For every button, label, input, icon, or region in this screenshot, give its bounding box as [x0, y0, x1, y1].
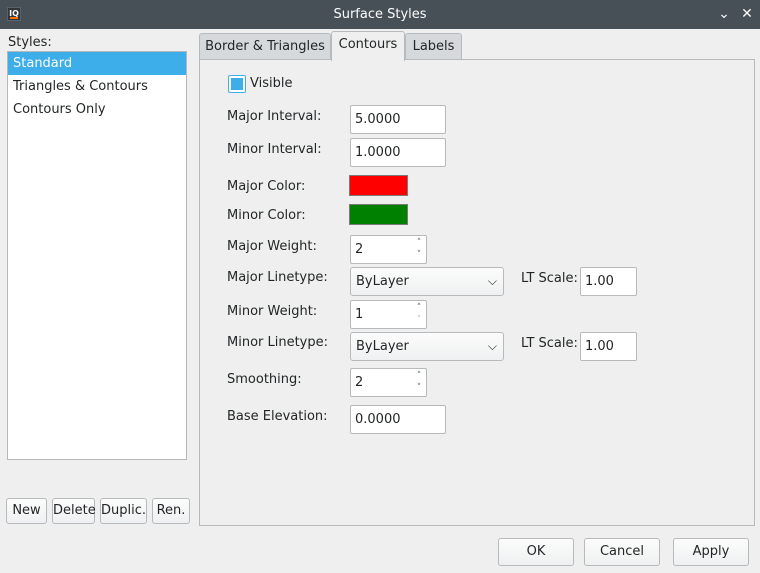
- major-interval-input[interactable]: 5.0000: [350, 105, 446, 134]
- major-lt-scale-input[interactable]: 1.00: [580, 267, 637, 296]
- smoothing-label: Smoothing:: [227, 372, 302, 387]
- major-linetype-value: ByLayer: [356, 274, 409, 289]
- duplicate-button[interactable]: Duplic.: [100, 498, 147, 524]
- minor-color-swatch[interactable]: [349, 204, 408, 225]
- major-weight-spinbox[interactable]: 2 ˄ ˅: [350, 235, 427, 264]
- minor-linetype-combo[interactable]: ByLayer ⌵: [350, 332, 504, 361]
- tab-labels[interactable]: Labels: [405, 33, 462, 60]
- minor-interval-label: Minor Interval:: [227, 142, 322, 157]
- major-lt-scale-label: LT Scale:: [521, 271, 578, 286]
- smoothing-value: 2: [355, 375, 364, 390]
- tab-border-triangles[interactable]: Border & Triangles: [199, 33, 331, 60]
- major-weight-label: Major Weight:: [227, 239, 317, 254]
- major-interval-label: Major Interval:: [227, 109, 322, 124]
- major-linetype-combo[interactable]: ByLayer ⌵: [350, 267, 504, 296]
- minor-weight-value: 1: [355, 307, 364, 322]
- list-item-triangles-contours[interactable]: Triangles & Contours: [8, 75, 186, 98]
- styles-list[interactable]: Standard Triangles & Contours Contours O…: [7, 51, 187, 460]
- list-item-standard[interactable]: Standard: [8, 52, 186, 75]
- major-color-label: Major Color:: [227, 179, 306, 194]
- major-linetype-label: Major Linetype:: [227, 270, 328, 285]
- styles-label: Styles:: [8, 35, 52, 50]
- minor-lt-scale-label: LT Scale:: [521, 336, 578, 351]
- rename-button[interactable]: Ren.: [152, 498, 190, 524]
- chevron-down-icon: ⌵: [487, 274, 497, 288]
- list-item-contours-only[interactable]: Contours Only: [8, 98, 186, 121]
- ok-button[interactable]: OK: [498, 538, 574, 566]
- minor-linetype-value: ByLayer: [356, 339, 409, 354]
- smoothing-spinbox[interactable]: 2 ˄ ˅: [350, 368, 427, 397]
- checkbox-check-mark: [231, 78, 243, 90]
- new-button[interactable]: New: [6, 498, 47, 524]
- apply-button[interactable]: Apply: [673, 538, 749, 566]
- visible-checkbox[interactable]: [228, 75, 246, 93]
- minor-linetype-label: Minor Linetype:: [227, 335, 329, 350]
- major-weight-value: 2: [355, 242, 364, 257]
- minimize-icon[interactable]: ⌄: [714, 0, 734, 29]
- delete-button[interactable]: Delete: [52, 498, 96, 524]
- spin-arrows-icon[interactable]: ˄ ˅: [414, 237, 424, 261]
- minor-color-label: Minor Color:: [227, 208, 306, 223]
- tab-contours[interactable]: Contours: [331, 31, 405, 61]
- minor-lt-scale-input[interactable]: 1.00: [580, 332, 637, 361]
- spin-arrows-icon[interactable]: ˄ ˅: [414, 302, 424, 326]
- minor-weight-label: Minor Weight:: [227, 304, 318, 319]
- cancel-button[interactable]: Cancel: [584, 538, 660, 566]
- base-elevation-input[interactable]: 0.0000: [350, 405, 446, 434]
- title-bar: IQ Surface Styles ⌄ ✕: [0, 0, 760, 29]
- visible-label: Visible: [250, 76, 293, 91]
- close-icon[interactable]: ✕: [737, 0, 757, 29]
- base-elevation-label: Base Elevation:: [227, 409, 328, 424]
- window-title: Surface Styles: [333, 7, 427, 22]
- major-color-swatch[interactable]: [349, 175, 408, 196]
- spin-arrows-icon[interactable]: ˄ ˅: [414, 370, 424, 394]
- chevron-down-icon: ⌵: [487, 339, 497, 353]
- minor-weight-spinbox[interactable]: 1 ˄ ˅: [350, 300, 427, 329]
- minor-interval-input[interactable]: 1.0000: [350, 138, 446, 167]
